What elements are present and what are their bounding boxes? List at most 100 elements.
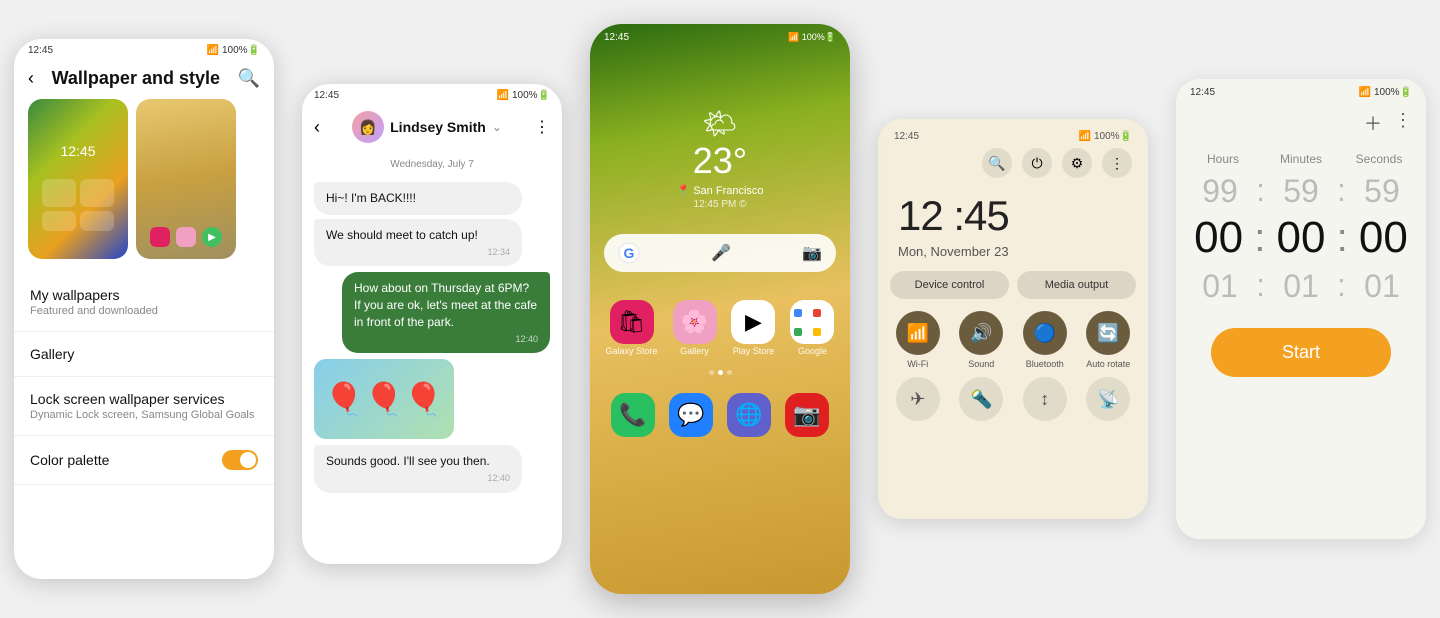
messages-icon: 💬 [669, 393, 713, 437]
timer-more-icon[interactable]: ⋮ [1394, 110, 1412, 136]
qs-tile-wifi[interactable]: 📶 Wi-Fi [890, 311, 946, 369]
back-icon-2[interactable]: ‹ [314, 117, 320, 138]
seconds-bottom: 01 [1346, 270, 1418, 302]
location-time: 12:45 PM © [590, 199, 850, 210]
msg-time-2: 12:34 [326, 246, 510, 259]
app-item-galaxy-store[interactable]: 🛍 Galaxy Store [605, 300, 657, 356]
top-bar-1: ‹ Wallpaper and style 🔍 [14, 62, 274, 99]
hours-label: Hours [1184, 152, 1262, 172]
autorotate-tile-icon: 🔄 [1086, 311, 1130, 355]
media-output-button[interactable]: Media output [1017, 271, 1136, 299]
msg-bubble-2: We should meet to catch up! 12:34 [314, 219, 522, 266]
colon-2-bottom: : [1337, 267, 1346, 304]
contact-dropdown-icon[interactable]: ⌄ [492, 120, 502, 134]
weather-widget: 🌤 23° 📍 San Francisco 12:45 PM © [590, 47, 850, 226]
gallery-app-label: Gallery [680, 346, 709, 356]
contact-avatar: 👩 [352, 111, 384, 143]
qs-settings-icon[interactable]: ⚙ [1062, 148, 1092, 178]
menu-lock-screen[interactable]: Lock screen wallpaper services Dynamic L… [14, 377, 274, 436]
app-item-messages[interactable]: 💬 [669, 393, 713, 437]
lock-screen-sub: Dynamic Lock screen, Samsung Global Goal… [30, 409, 258, 421]
back-icon-1[interactable]: ‹ [28, 68, 34, 89]
messages-top-bar: ‹ 👩 Lindsey Smith ⌄ ⋮ [302, 107, 562, 151]
nfc-tile-icon: 📡 [1086, 377, 1130, 421]
qs-time: 12:45 [894, 131, 919, 142]
lens-icon[interactable]: 📷 [802, 243, 822, 263]
msg-text-3: How about on Thursday at 6PM? If you are… [354, 281, 537, 329]
app-item-camera[interactable]: 📷 [785, 393, 829, 437]
bluetooth-tile-icon: 🔵 [1023, 311, 1067, 355]
app-item-browser[interactable]: 🌐 [727, 393, 771, 437]
colon-1-top: : [1256, 172, 1265, 209]
device-control-button[interactable]: Device control [890, 271, 1009, 299]
app-item-gallery[interactable]: 🌸 Gallery [673, 300, 717, 356]
qs-tile-airplane[interactable]: ✈ [890, 377, 946, 421]
timer-add-icon[interactable]: ＋ [1364, 110, 1382, 136]
qs-tile-autorotate[interactable]: 🔄 Auto rotate [1081, 311, 1137, 369]
home-panel: 12:45 📶 100%🔋 🌤 23° 📍 San Francisco 12:4… [590, 24, 850, 594]
location: 📍 San Francisco [590, 184, 850, 197]
mic-icon[interactable]: 🎤 [711, 243, 731, 263]
qs-tile-bluetooth[interactable]: 🔵 Bluetooth [1017, 311, 1073, 369]
timer-main-row: 00 : 00 : 00 [1176, 209, 1426, 267]
play-store-label: Play Store [733, 346, 775, 356]
temperature: 23° [590, 140, 850, 182]
menu-color-palette[interactable]: Color palette [14, 436, 274, 485]
status-icons-3: 📶 100%🔋 [788, 32, 836, 43]
search-bar[interactable]: G 🎤 📷 [604, 234, 836, 272]
sound-tile-icon: 🔊 [959, 311, 1003, 355]
app-item-google[interactable]: Google [790, 300, 834, 356]
menu-gallery[interactable]: Gallery [14, 332, 274, 377]
contact-info[interactable]: 👩 Lindsey Smith ⌄ [352, 111, 502, 143]
location-pin-icon: 📍 [676, 185, 690, 197]
galaxy-store-label: Galaxy Store [605, 346, 657, 356]
seconds-main[interactable]: 00 [1349, 213, 1418, 263]
wallpaper-thumb-2[interactable]: ▶ [136, 99, 236, 259]
timer-panel: 12:45 📶 100%🔋 ＋ ⋮ Hours Minutes Seconds … [1176, 79, 1426, 539]
timer-top-row: 99 : 59 : 59 [1176, 172, 1426, 209]
msg-time-3: 12:40 [354, 333, 538, 346]
minutes-top: 59 [1265, 175, 1337, 207]
app-row-2: 📞 💬 🌐 📷 [590, 383, 850, 451]
phone-icon: 📞 [611, 393, 655, 437]
status-time-2: 12:45 [314, 90, 339, 101]
page-title-1: Wallpaper and style [52, 68, 220, 89]
wallpaper-thumb-1[interactable]: 12:45 [28, 99, 128, 259]
qs-tile-datasaver[interactable]: ↕ [1017, 377, 1073, 421]
msg-time-4: 12:40 [326, 472, 510, 485]
gallery-label: Gallery [30, 346, 258, 362]
message-date: Wednesday, July 7 [302, 151, 562, 178]
status-time-3: 12:45 [604, 32, 629, 43]
color-palette-toggle[interactable] [222, 450, 258, 470]
app-item-play-store[interactable]: ▶ Play Store [731, 300, 775, 356]
qs-search-icon[interactable]: 🔍 [982, 148, 1012, 178]
timer-bottom-row: 01 : 01 : 01 [1176, 267, 1426, 304]
msg-bubble-4: Sounds good. I'll see you then. 12:40 [314, 445, 522, 492]
qs-tile-nfc[interactable]: 📡 [1081, 377, 1137, 421]
msg-text-1: Hi~! I'm BACK!!!! [326, 191, 416, 205]
seconds-top: 59 [1346, 175, 1418, 207]
more-icon-2[interactable]: ⋮ [534, 117, 550, 137]
menu-my-wallpapers[interactable]: My wallpapers Featured and downloaded [14, 273, 274, 332]
app-item-phone[interactable]: 📞 [611, 393, 655, 437]
minutes-main[interactable]: 00 [1266, 213, 1335, 263]
qs-tiles-row2: ✈ 🔦 ↕ 📡 [890, 377, 1136, 421]
my-wallpapers-label: My wallpapers [30, 287, 258, 303]
google-icon [790, 300, 834, 344]
contact-name: Lindsey Smith [390, 119, 486, 135]
hours-main[interactable]: 00 [1184, 213, 1253, 263]
minutes-label: Minutes [1262, 152, 1340, 172]
page-dots [590, 362, 850, 383]
play-store-icon: ▶ [731, 300, 775, 344]
sound-tile-label: Sound [968, 359, 994, 369]
qs-power-icon[interactable]: ⏻ [1022, 148, 1052, 178]
gallery-icon: 🌸 [673, 300, 717, 344]
search-icon-1[interactable]: 🔍 [238, 68, 260, 89]
start-button[interactable]: Start [1211, 328, 1391, 377]
dot-1 [709, 370, 714, 375]
qs-more-icon[interactable]: ⋮ [1102, 148, 1132, 178]
colon-2-top: : [1337, 172, 1346, 209]
qs-tile-flashlight[interactable]: 🔦 [954, 377, 1010, 421]
qs-tile-sound[interactable]: 🔊 Sound [954, 311, 1010, 369]
status-bar-1: 12:45 📶 100%🔋 [14, 39, 274, 62]
